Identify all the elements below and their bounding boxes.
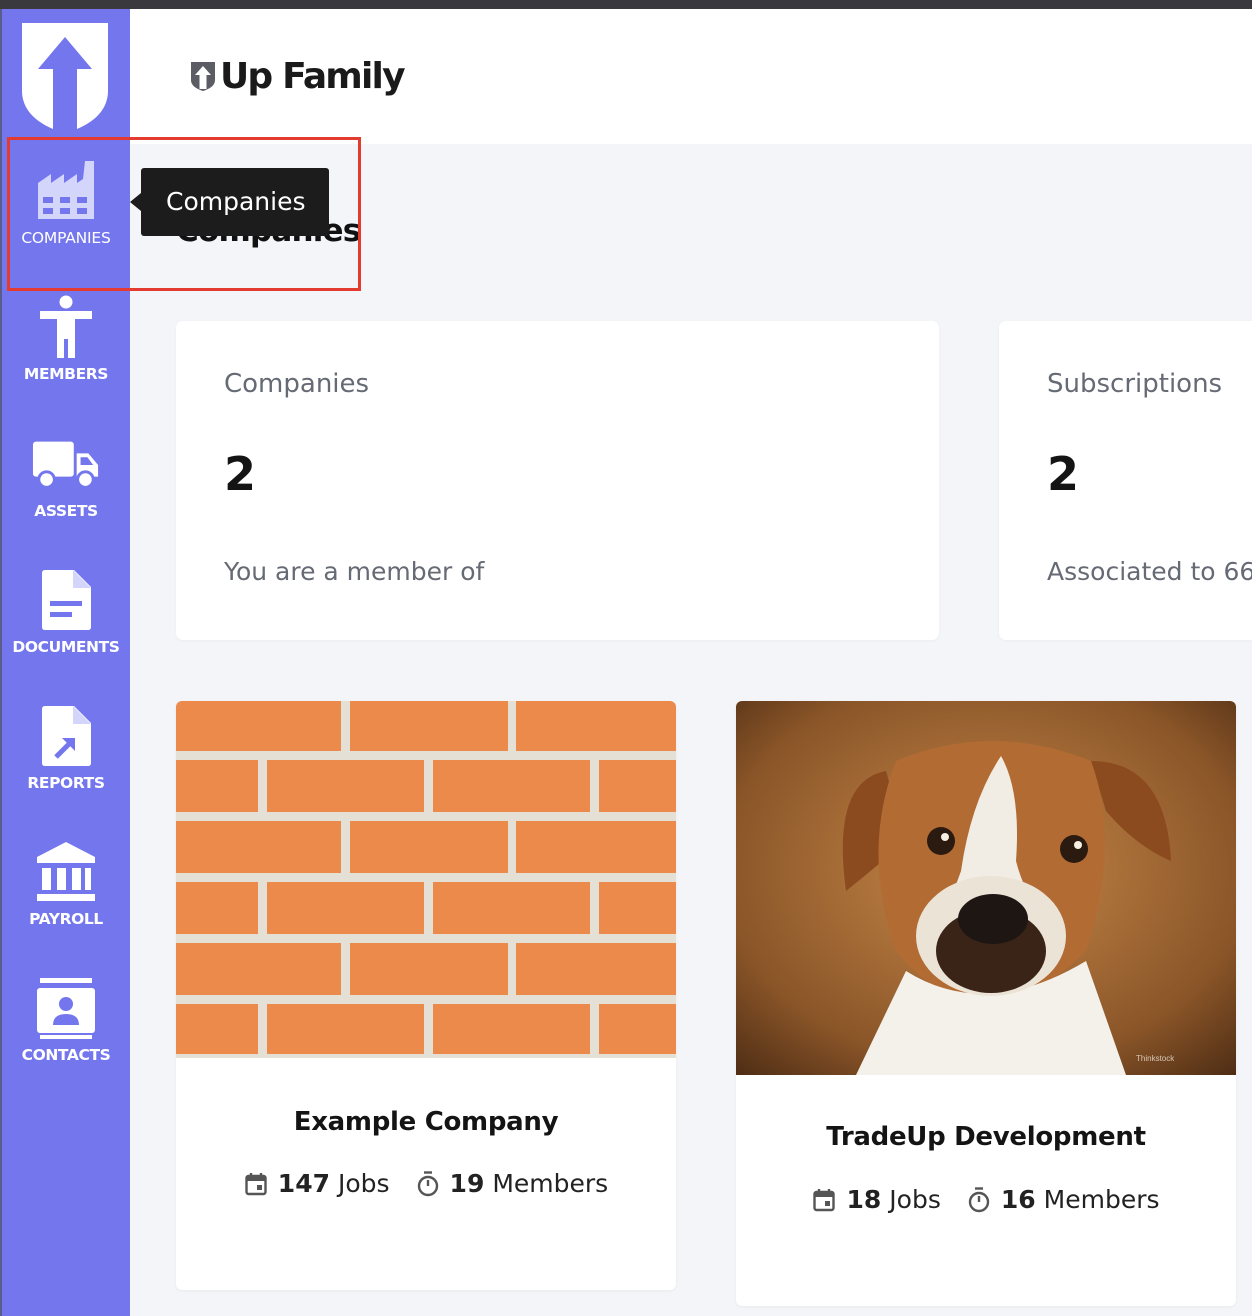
sidebar-item-label: CONTACTS: [21, 1046, 111, 1064]
window-top-strip: [0, 0, 1252, 9]
sidebar-item-label: MEMBERS: [23, 365, 109, 383]
members-count: 16 Members: [967, 1185, 1160, 1214]
stat-subtitle: You are a member of: [224, 557, 485, 586]
sidebar-item-label: COMPANIES: [21, 229, 111, 247]
jobs-label: Jobs: [889, 1185, 941, 1214]
sidebar-item-label: PAYROLL: [29, 910, 103, 928]
sidebar: COMPANIES MEMBERS ASSETS DOCUMENTS REPOR…: [0, 9, 130, 1316]
image-credit: Thinkstock: [1136, 1054, 1175, 1063]
sidebar-item-reports[interactable]: REPORTS: [2, 702, 130, 822]
sidebar-item-payroll[interactable]: PAYROLL: [2, 838, 130, 958]
company-meta: 18 Jobs 16 Members: [736, 1185, 1236, 1214]
company-card[interactable]: Example Company 147 Jobs 19 Members: [176, 701, 676, 1290]
stat-card-companies: Companies 2 You are a member of: [176, 321, 939, 640]
stat-title: Companies: [224, 369, 370, 399]
sidebar-item-assets[interactable]: ASSETS: [2, 430, 130, 550]
members-label: Members: [492, 1169, 609, 1198]
sidebar-tooltip: Companies: [141, 168, 329, 236]
jobs-count: 147 Jobs: [244, 1169, 390, 1198]
calendar-icon: [245, 1172, 267, 1195]
company-name: TradeUp Development: [826, 1122, 1146, 1152]
document-icon: [32, 566, 100, 634]
factory-icon: [32, 156, 100, 224]
jobs-number: 147: [277, 1169, 330, 1198]
jobs-count: 18 Jobs: [812, 1185, 941, 1214]
sidebar-item-contacts[interactable]: CONTACTS: [2, 974, 130, 1094]
sidebar-item-label: ASSETS: [34, 502, 98, 520]
top-header: Up Family: [130, 9, 1252, 144]
contact-card-icon: [32, 974, 100, 1042]
sidebar-item-members[interactable]: MEMBERS: [2, 293, 130, 413]
tooltip-arrow: [130, 193, 141, 211]
upfamily-shield-logo-icon[interactable]: [22, 23, 108, 133]
jobs-label: Jobs: [337, 1169, 390, 1198]
members-count: 19 Members: [416, 1169, 609, 1198]
stat-title: Subscriptions: [1047, 369, 1223, 399]
stat-value: 2: [1047, 447, 1080, 501]
shield-logo-icon: [191, 62, 215, 91]
company-meta: 147 Jobs 19 Members: [176, 1169, 676, 1198]
sidebar-item-label: DOCUMENTS: [12, 638, 120, 656]
sidebar-item-companies[interactable]: COMPANIES: [2, 156, 130, 276]
stopwatch-icon: [417, 1170, 438, 1196]
company-name: Example Company: [293, 1107, 559, 1137]
tooltip-text: Companies: [166, 186, 306, 216]
person-icon: [32, 293, 100, 361]
truck-icon: [32, 430, 100, 498]
jobs-number: 18: [846, 1185, 882, 1214]
members-number: 19: [449, 1169, 485, 1198]
brand-logo[interactable]: Up Family: [190, 54, 406, 98]
stopwatch-icon: [968, 1186, 990, 1212]
members-label: Members: [1043, 1185, 1160, 1214]
boxer-dog-image: Thinkstock: [736, 701, 1236, 1075]
brand-name: Up Family: [220, 55, 406, 97]
report-icon: [32, 702, 100, 770]
stat-card-subscriptions: Subscriptions 2 Associated to 66: [999, 321, 1252, 640]
company-card[interactable]: Thinkstock TradeUp Development 18 Jobs 1…: [736, 701, 1236, 1306]
brick-wall-image: [176, 701, 676, 1058]
sidebar-item-documents[interactable]: DOCUMENTS: [2, 566, 130, 686]
bank-icon: [32, 838, 100, 906]
stat-value: 2: [224, 447, 257, 501]
members-number: 16: [1000, 1185, 1036, 1214]
stat-subtitle: Associated to 66: [1047, 557, 1252, 586]
calendar-icon: [813, 1188, 836, 1211]
sidebar-item-label: REPORTS: [27, 774, 105, 792]
